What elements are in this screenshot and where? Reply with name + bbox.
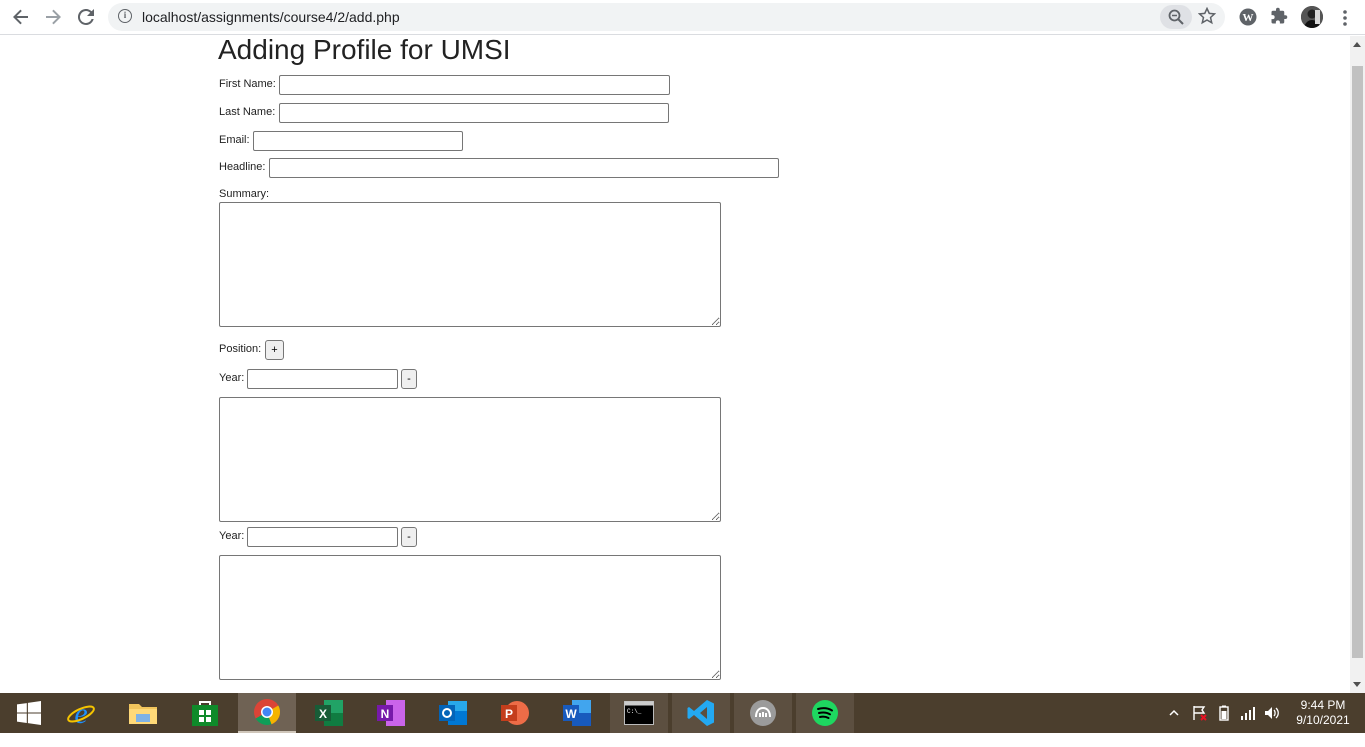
- tray-network-icon[interactable]: [1240, 705, 1256, 745]
- taskbar-file-explorer[interactable]: [114, 693, 172, 733]
- profile-avatar[interactable]: [1301, 6, 1323, 28]
- info-icon[interactable]: i: [118, 9, 132, 23]
- page-content: Adding Profile for UMSI First Name: Last…: [0, 36, 1350, 693]
- arrow-left-icon: [13, 9, 28, 25]
- onenote-letter: N: [381, 707, 390, 721]
- forward-button[interactable]: [40, 5, 66, 29]
- page-scrollbar[interactable]: [1350, 36, 1365, 693]
- svg-text:W: W: [1243, 12, 1254, 24]
- position-2-remove-button[interactable]: -: [401, 527, 417, 547]
- add-position-button[interactable]: +: [265, 340, 284, 360]
- tray-flag-icon[interactable]: [1192, 705, 1208, 745]
- page-title: Adding Profile for UMSI: [218, 36, 511, 65]
- zoom-button[interactable]: [1160, 5, 1192, 29]
- position-1-year-input[interactable]: [247, 369, 398, 389]
- address-bar[interactable]: i localhost/assignments/course4/2/add.ph…: [108, 3, 1225, 31]
- internet-explorer-icon: e: [67, 698, 95, 728]
- position-1-year-label: Year:: [219, 372, 245, 384]
- chrome-icon: [254, 699, 281, 726]
- last-name-label: Last Name:: [219, 106, 276, 118]
- position-1-remove-button[interactable]: -: [401, 369, 417, 389]
- taskbar-vs-code[interactable]: [672, 693, 730, 733]
- position-2-description-textarea[interactable]: [219, 555, 721, 680]
- clock-time: 9:44 PM: [1300, 698, 1346, 712]
- word-icon: W: [563, 700, 591, 726]
- windows-logo-icon: [17, 701, 41, 725]
- taskbar-microsoft-store[interactable]: [176, 693, 234, 733]
- taskbar-command-prompt[interactable]: C:\_: [610, 693, 668, 733]
- bookmark-star-icon[interactable]: [1197, 6, 1218, 27]
- last-name-input[interactable]: [279, 103, 669, 123]
- headline-input[interactable]: [269, 158, 779, 178]
- summary-textarea[interactable]: [219, 202, 721, 327]
- store-bag-icon: [192, 701, 218, 726]
- taskbar-clock[interactable]: 9:44 PM 9/10/2021: [1292, 698, 1354, 728]
- tray-overflow-chevron-icon[interactable]: [1168, 707, 1182, 747]
- headline-label: Headline:: [219, 161, 266, 173]
- excel-icon: X: [315, 700, 343, 726]
- browser-toolbar: i localhost/assignments/course4/2/add.ph…: [0, 0, 1365, 35]
- folder-icon: [129, 704, 157, 724]
- taskbar-excel[interactable]: X: [300, 693, 358, 733]
- word-letter: W: [565, 707, 577, 721]
- first-name-input[interactable]: [279, 75, 670, 95]
- wordpress-extension-icon[interactable]: W: [1238, 7, 1258, 27]
- powerpoint-letter: P: [505, 707, 513, 721]
- excel-letter: X: [319, 707, 327, 721]
- back-button[interactable]: [8, 5, 34, 29]
- position-label: Position:: [219, 343, 262, 355]
- email-input[interactable]: [253, 131, 463, 151]
- summary-label: Summary:: [219, 188, 270, 200]
- windows-taskbar: e X N P W C:\_ 9:44 PM 9/10/2021: [0, 693, 1365, 733]
- outlook-icon: [439, 701, 467, 725]
- spotify-icon: [812, 700, 838, 726]
- mendeley-icon: [750, 700, 776, 726]
- taskbar-onenote[interactable]: N: [362, 693, 420, 733]
- onenote-icon: N: [377, 700, 405, 726]
- scroll-thumb[interactable]: [1352, 66, 1363, 658]
- svg-text:e: e: [74, 698, 87, 728]
- powerpoint-icon: P: [501, 701, 529, 725]
- taskbar-internet-explorer[interactable]: e: [52, 693, 110, 733]
- reload-button[interactable]: [73, 5, 99, 29]
- taskbar-mendeley[interactable]: [734, 693, 792, 733]
- taskbar-outlook[interactable]: [424, 693, 482, 733]
- reload-icon: [78, 9, 94, 25]
- taskbar-chrome[interactable]: [238, 693, 296, 733]
- chrome-menu-icon[interactable]: [1338, 8, 1352, 28]
- email-label: Email:: [219, 134, 250, 146]
- position-1-description-textarea[interactable]: [219, 397, 721, 522]
- command-prompt-icon: C:\_: [624, 701, 654, 725]
- taskbar-spotify[interactable]: [796, 693, 854, 733]
- extensions-puzzle-icon[interactable]: [1270, 7, 1290, 27]
- url-text[interactable]: localhost/assignments/course4/2/add.php: [142, 9, 400, 25]
- vs-code-icon: [687, 700, 714, 726]
- tray-battery-icon[interactable]: [1216, 705, 1232, 745]
- zoom-magnifier-icon: [1168, 9, 1184, 25]
- start-button[interactable]: [0, 693, 58, 733]
- cmd-prompt-text: C:\_: [627, 708, 642, 715]
- arrow-right-icon: [46, 9, 61, 25]
- first-name-label: First Name:: [219, 78, 276, 90]
- scroll-down-arrow-icon[interactable]: [1353, 682, 1361, 687]
- taskbar-word[interactable]: W: [548, 693, 606, 733]
- tray-volume-icon[interactable]: [1264, 705, 1280, 745]
- scroll-up-arrow-icon[interactable]: [1353, 42, 1361, 47]
- clock-date: 9/10/2021: [1296, 713, 1350, 727]
- position-2-year-input[interactable]: [247, 527, 398, 547]
- taskbar-powerpoint[interactable]: P: [486, 693, 544, 733]
- position-2-year-label: Year:: [219, 530, 245, 542]
